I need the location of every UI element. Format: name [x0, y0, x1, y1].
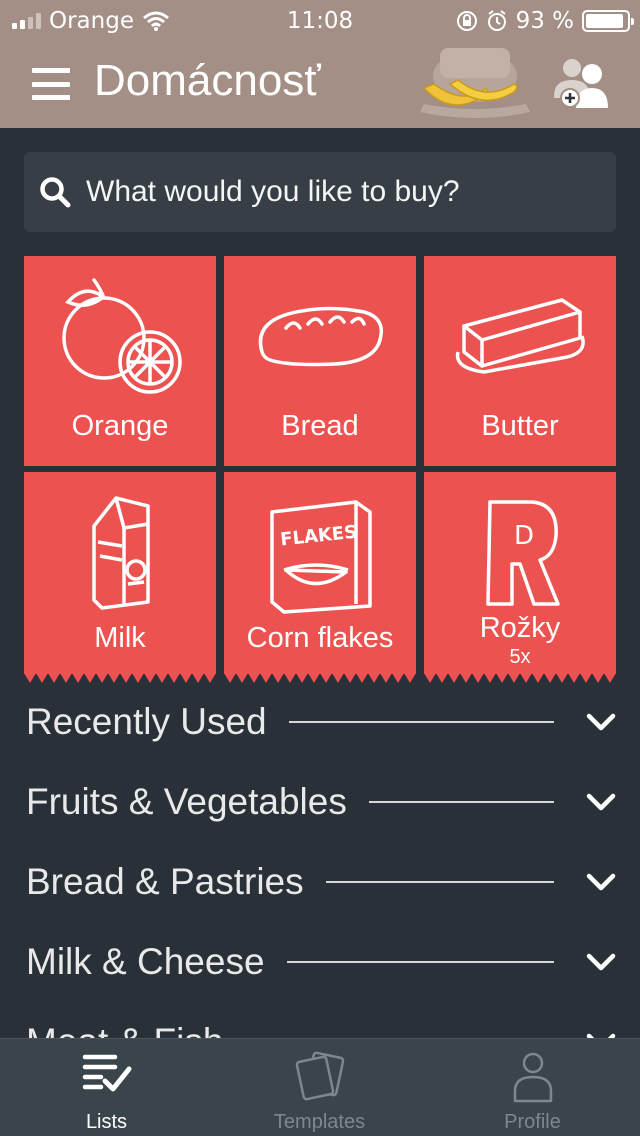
category-recently-used[interactable]: Recently Used	[26, 692, 616, 752]
scale-with-bananas-icon	[420, 48, 530, 118]
tile-orange[interactable]: Orange	[24, 256, 216, 466]
category-label: Milk & Cheese	[26, 941, 265, 982]
tile-label: Butter	[481, 410, 559, 442]
tile-label: Rožky	[479, 612, 561, 644]
letter-r-icon: D	[486, 500, 560, 606]
tab-label: Templates	[273, 1111, 366, 1133]
tile-edge	[224, 673, 416, 683]
tab-label: Lists	[85, 1111, 128, 1133]
milk-carton-icon	[92, 496, 150, 610]
category-bread-pastries[interactable]: Bread & Pastries	[26, 852, 616, 912]
clock: 11:08	[286, 8, 354, 34]
cornflakes-box-icon: FLAKES	[270, 500, 372, 614]
category-label: Bread & Pastries	[26, 861, 304, 902]
category-label: Recently Used	[26, 701, 267, 742]
chevron-down-icon[interactable]	[586, 872, 616, 892]
list-title: Domácnosť	[94, 56, 321, 105]
search-bar[interactable]	[24, 152, 616, 232]
search-input[interactable]	[86, 175, 596, 209]
divider	[368, 801, 554, 803]
orientation-lock-icon	[456, 11, 477, 31]
chevron-down-icon[interactable]	[586, 792, 616, 812]
tab-bar: Lists Templates Profile	[0, 1038, 640, 1136]
divider	[288, 721, 554, 723]
tile-rozky[interactable]: D Rožky 5x	[424, 472, 616, 683]
tile-butter[interactable]: Butter	[424, 256, 616, 466]
tile-label: Orange	[71, 410, 169, 442]
category-label: Fruits & Vegetables	[26, 781, 347, 822]
tile-label: Corn flakes	[246, 622, 394, 654]
battery-percent: 93 %	[515, 8, 574, 34]
status-bar: Orange 11:08 93 %	[0, 0, 640, 42]
person-icon	[513, 1052, 552, 1103]
bread-icon	[258, 306, 383, 367]
tile-edge	[24, 673, 216, 683]
tile-bread[interactable]: Bread	[224, 256, 416, 466]
divider	[325, 881, 554, 883]
cards-icon	[295, 1051, 344, 1101]
orange-icon	[62, 278, 182, 394]
svg-text:D: D	[514, 521, 534, 551]
category-milk-cheese[interactable]: Milk & Cheese	[26, 932, 616, 992]
tile-label: Bread	[281, 410, 359, 442]
tile-milk[interactable]: Milk	[24, 472, 216, 683]
chevron-down-icon[interactable]	[586, 712, 616, 732]
butter-icon	[455, 298, 585, 374]
tab-templates[interactable]: Templates	[213, 1039, 426, 1136]
tab-label: Profile	[504, 1111, 561, 1133]
chevron-down-icon[interactable]	[586, 952, 616, 972]
divider	[286, 961, 554, 963]
menu-icon[interactable]	[32, 68, 70, 100]
share-list-users-icon[interactable]	[548, 54, 612, 110]
tile-label: Milk	[94, 622, 146, 654]
tile-quantity: 5x	[509, 646, 531, 668]
search-icon	[40, 177, 71, 208]
checklist-icon	[82, 1054, 131, 1092]
app-header: Domácnosť	[0, 42, 640, 128]
tile-edge	[424, 673, 616, 683]
svg-text:FLAKES: FLAKES	[279, 522, 358, 551]
tile-corn-flakes[interactable]: FLAKES Corn flakes	[224, 472, 416, 683]
alarm-icon	[487, 10, 506, 31]
category-fruits-vegetables[interactable]: Fruits & Vegetables	[26, 772, 616, 832]
tab-lists[interactable]: Lists	[0, 1039, 213, 1136]
tab-profile[interactable]: Profile	[426, 1039, 639, 1136]
battery-icon	[582, 10, 634, 32]
